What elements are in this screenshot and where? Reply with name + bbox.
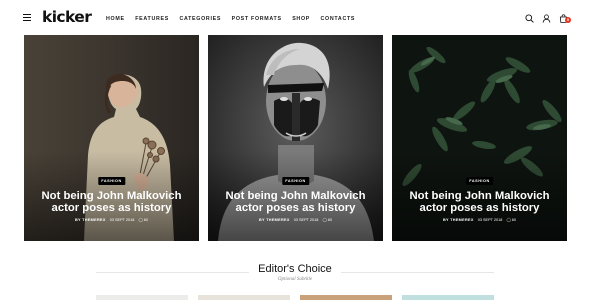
post-thumbnail[interactable] — [96, 295, 188, 300]
category-badge[interactable]: FASHION — [97, 177, 126, 185]
post-meta: BY THEMEREX 03 SEPT 2018 ◯ 60 — [208, 218, 383, 223]
search-icon[interactable] — [525, 14, 534, 23]
section-subtitle: Optional Subtitle — [277, 277, 313, 282]
menu-icon[interactable] — [23, 14, 31, 22]
main-nav: HOME FEATURES CATEGORIES POST FORMATS SH… — [106, 15, 366, 23]
featured-post-card[interactable]: FASHION Not being John Malkovich actor p… — [24, 35, 199, 241]
comment-count[interactable]: 60 — [328, 218, 332, 222]
post-title[interactable]: Not being John Malkovich actor poses as … — [32, 190, 191, 214]
nav-item-categories[interactable]: CATEGORIES — [179, 15, 221, 23]
post-author[interactable]: BY THEMEREX — [259, 218, 290, 222]
comment-count[interactable]: 60 — [512, 218, 516, 222]
comment-icon: ◯ — [138, 218, 143, 222]
cart-count-badge: 0 — [565, 17, 571, 23]
nav-item-features[interactable]: FEATURES — [135, 15, 169, 23]
cart-icon[interactable]: 0 — [559, 14, 571, 23]
nav-item-shop[interactable]: SHOP — [292, 15, 310, 23]
post-title[interactable]: Not being John Malkovich actor poses as … — [400, 190, 559, 214]
post-thumbnail[interactable] — [198, 295, 290, 300]
user-icon[interactable] — [542, 14, 551, 23]
category-badge[interactable]: FASHION — [465, 177, 494, 185]
post-date: 03 SEPT 2018 — [477, 218, 503, 222]
nav-item-contacts[interactable]: CONTACTS — [321, 15, 356, 23]
post-thumbnail[interactable] — [300, 295, 392, 300]
category-badge[interactable]: FASHION — [281, 177, 310, 185]
post-author[interactable]: BY THEMEREX — [75, 218, 106, 222]
comment-count[interactable]: 60 — [144, 218, 148, 222]
post-thumbnail[interactable] — [402, 295, 494, 300]
site-logo[interactable]: kicker — [42, 7, 92, 27]
featured-post-card[interactable]: FASHION Not being John Malkovich actor p… — [208, 35, 383, 241]
featured-posts: FASHION Not being John Malkovich actor p… — [24, 35, 567, 241]
comment-icon: ◯ — [322, 218, 327, 222]
nav-item-home[interactable]: HOME — [106, 15, 125, 23]
post-meta: BY THEMEREX 03 SEPT 2018 ◯ 60 — [392, 218, 567, 223]
post-date: 03 SEPT 2018 — [293, 218, 319, 222]
editors-choice-thumbnails — [96, 295, 494, 300]
site-header: kicker HOME FEATURES CATEGORIES POST FOR… — [0, 0, 590, 34]
post-date: 03 SEPT 2018 — [109, 218, 135, 222]
header-icons: 0 — [525, 14, 571, 23]
post-title[interactable]: Not being John Malkovich actor poses as … — [216, 190, 375, 214]
post-author[interactable]: BY THEMEREX — [443, 218, 474, 222]
post-meta: BY THEMEREX 03 SEPT 2018 ◯ 60 — [24, 218, 199, 223]
section-title: Editor's Choice — [258, 263, 332, 275]
featured-post-card[interactable]: FASHION Not being John Malkovich actor p… — [392, 35, 567, 241]
comment-icon: ◯ — [506, 218, 511, 222]
nav-item-post-formats[interactable]: POST FORMATS — [232, 15, 282, 23]
